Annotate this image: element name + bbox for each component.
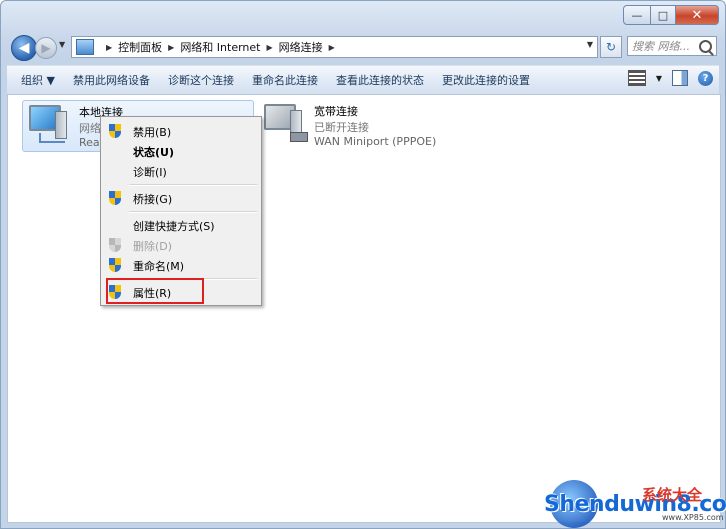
preview-pane-icon[interactable]	[672, 70, 688, 86]
address-bar[interactable]: ▶ 控制面板 ▶ 网络和 Internet ▶ 网络连接 ▶ ▼	[71, 36, 598, 58]
toolbar-right: ▼ ?	[627, 70, 713, 86]
uac-shield-icon	[109, 124, 121, 138]
watermark-url: www.XP85.com	[662, 513, 724, 522]
menu-separator	[129, 184, 257, 186]
close-button[interactable]: ✕	[676, 5, 719, 25]
search-icon[interactable]	[699, 40, 712, 53]
address-dropdown-icon[interactable]: ▼	[587, 40, 593, 49]
window-controls: — □ ✕	[623, 5, 719, 25]
connection-name: 宽带连接	[314, 105, 358, 118]
menu-item-label: 禁用(B)	[133, 126, 172, 139]
disable-device-button[interactable]: 禁用此网络设备	[64, 66, 159, 94]
forward-button[interactable]: ▶	[35, 37, 57, 59]
search-input[interactable]: 搜索 网络...	[627, 36, 717, 56]
uac-shield-icon	[109, 258, 121, 272]
menu-item-label: 重命名(M)	[133, 260, 185, 273]
uac-shield-icon	[109, 238, 121, 252]
menu-item-rename[interactable]: 重命名(M)	[103, 255, 259, 275]
menu-item-label: 删除(D)	[133, 240, 173, 253]
view-options-icon[interactable]	[627, 70, 646, 86]
breadcrumb-item-network-connections[interactable]: 网络连接	[279, 39, 323, 55]
change-settings-button[interactable]: 更改此连接的设置	[433, 66, 539, 94]
connection-status: 网络	[79, 122, 101, 135]
rename-button[interactable]: 重命名此连接	[243, 66, 327, 94]
maximize-button[interactable]: □	[651, 5, 676, 25]
menu-item-disable[interactable]: 禁用(B)	[103, 121, 259, 141]
breadcrumb-separator-icon[interactable]: ▶	[267, 43, 273, 52]
uac-shield-icon	[109, 191, 121, 205]
connection-device: WAN Miniport (PPPOE)	[314, 135, 437, 148]
help-icon[interactable]: ?	[698, 70, 713, 86]
search-placeholder: 搜索 网络...	[632, 40, 690, 53]
breadcrumb-separator-icon[interactable]: ▶	[329, 43, 335, 52]
control-panel-icon	[76, 39, 94, 55]
history-dropdown-icon[interactable]: ▼	[59, 40, 69, 52]
refresh-button[interactable]: ↻	[600, 36, 622, 58]
breadcrumb-separator-icon[interactable]: ▶	[168, 43, 174, 52]
menu-item-label: 诊断(I)	[133, 166, 167, 179]
menu-separator	[129, 211, 257, 213]
connection-status: 已断开连接	[314, 121, 369, 134]
back-button[interactable]: ◀	[11, 35, 37, 61]
menu-item-label: 创建快捷方式(S)	[133, 220, 215, 233]
menu-item-label: 状态(U)	[133, 146, 174, 159]
watermark-cn: 系统大全	[642, 486, 703, 504]
menu-item-diagnose[interactable]: 诊断(I)	[103, 161, 259, 181]
view-dropdown-icon[interactable]: ▼	[656, 74, 662, 83]
network-computer-icon	[29, 105, 69, 145]
menu-item-status[interactable]: 状态(U)	[103, 141, 259, 161]
menu-item-create-shortcut[interactable]: 创建快捷方式(S)	[103, 215, 259, 235]
navigation-bar: ◀ ▶ ▼ ▶ 控制面板 ▶ 网络和 Internet ▶ 网络连接 ▶ ▼ ↻…	[7, 34, 719, 61]
breadcrumb: ▶ 控制面板 ▶ 网络和 Internet ▶ 网络连接 ▶	[100, 39, 341, 55]
breadcrumb-item-network-internet[interactable]: 网络和 Internet	[180, 39, 260, 55]
broadband-modem-icon	[264, 104, 308, 144]
menu-item-delete: 删除(D)	[103, 235, 259, 255]
breadcrumb-separator-icon[interactable]: ▶	[106, 43, 112, 52]
properties-highlight-box	[106, 278, 204, 304]
connection-item-broadband[interactable]: 宽带连接 已断开连接 WAN Miniport (PPPOE)	[258, 100, 458, 150]
minimize-button[interactable]: —	[623, 5, 651, 25]
breadcrumb-item-control-panel[interactable]: 控制面板	[118, 39, 162, 55]
organize-button[interactable]: 组织 ▼	[7, 66, 64, 94]
diagnose-button[interactable]: 诊断这个连接	[159, 66, 243, 94]
menu-item-bridge[interactable]: 桥接(G)	[103, 188, 259, 208]
command-bar: 组织 ▼ 禁用此网络设备 诊断这个连接 重命名此连接 查看此连接的状态 更改此连…	[7, 65, 719, 95]
view-status-button[interactable]: 查看此连接的状态	[327, 66, 433, 94]
menu-item-label: 桥接(G)	[133, 193, 173, 206]
